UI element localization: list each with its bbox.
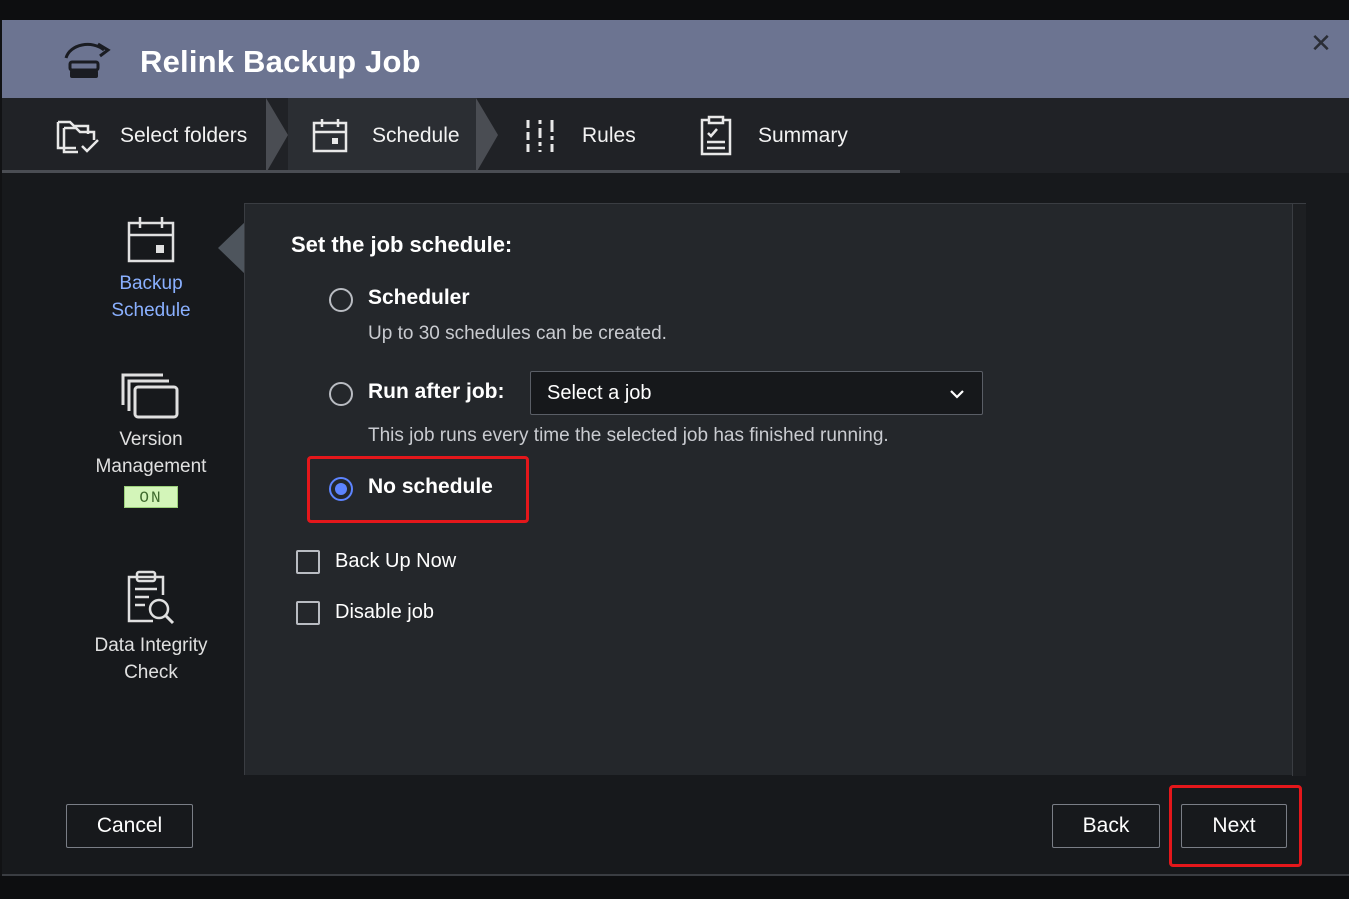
sidebar-item-label: Backup bbox=[119, 273, 183, 294]
clipboard-search-icon bbox=[127, 570, 175, 625]
relink-backup-job-dialog: Relink Backup Job ✕ Select folders Sched… bbox=[2, 20, 1349, 876]
run-after-job-label[interactable]: Run after job: bbox=[368, 380, 505, 404]
calendar-icon bbox=[312, 118, 348, 152]
back-up-now-label[interactable]: Back Up Now bbox=[335, 550, 456, 573]
schedule-panel: Set the job schedule: Scheduler Up to 30… bbox=[244, 203, 1306, 776]
next-button[interactable]: Next bbox=[1181, 804, 1287, 848]
step-summary[interactable]: Summary bbox=[668, 98, 900, 173]
desktop-backdrop-top bbox=[0, 0, 1349, 20]
run-after-job-radio[interactable] bbox=[329, 382, 353, 406]
settings-sidebar: Backup Schedule Version Management ON Da… bbox=[2, 173, 244, 773]
sidebar-item-label: Data Integrity bbox=[94, 635, 208, 656]
step-label: Summary bbox=[758, 123, 848, 147]
panel-scrollbar[interactable] bbox=[1292, 204, 1306, 776]
cancel-button[interactable]: Cancel bbox=[66, 804, 193, 848]
backup-sync-icon bbox=[64, 42, 111, 78]
clipboard-checklist-icon bbox=[700, 115, 732, 155]
step-label: Rules bbox=[582, 123, 636, 147]
scheduler-label[interactable]: Scheduler bbox=[368, 286, 470, 310]
step-divider bbox=[266, 98, 288, 173]
scheduler-radio[interactable] bbox=[329, 288, 353, 312]
no-schedule-label[interactable]: No schedule bbox=[368, 475, 493, 499]
back-button[interactable]: Back bbox=[1052, 804, 1160, 848]
close-icon[interactable]: ✕ bbox=[1308, 30, 1334, 56]
wizard-steps: Select folders Schedule Rules Summary bbox=[2, 98, 1349, 173]
run-after-job-description: This job runs every time the selected jo… bbox=[368, 425, 889, 446]
status-badge: ON bbox=[124, 486, 178, 508]
sidebar-selection-pointer bbox=[218, 221, 246, 275]
sidebar-item-version-management[interactable]: Version Management ON bbox=[62, 373, 240, 508]
dialog-titlebar: Relink Backup Job ✕ bbox=[2, 20, 1349, 98]
job-select-dropdown[interactable]: Select a job bbox=[530, 371, 983, 415]
panel-heading: Set the job schedule: bbox=[291, 232, 513, 257]
sidebar-item-label: Management bbox=[95, 456, 207, 477]
calendar-icon bbox=[127, 217, 175, 263]
back-up-now-checkbox[interactable] bbox=[296, 550, 320, 574]
no-schedule-radio[interactable] bbox=[329, 477, 353, 501]
scheduler-description: Up to 30 schedules can be created. bbox=[368, 323, 667, 344]
step-rules[interactable]: Rules bbox=[498, 98, 668, 173]
sidebar-item-data-integrity-check[interactable]: Data Integrity Check bbox=[62, 569, 240, 686]
sidebar-item-label: Schedule bbox=[111, 300, 191, 321]
sidebar-item-backup-schedule[interactable]: Backup Schedule bbox=[62, 215, 240, 324]
step-label: Schedule bbox=[372, 123, 460, 147]
step-select-folders[interactable]: Select folders bbox=[2, 98, 270, 173]
job-select-value: Select a job bbox=[547, 382, 652, 404]
chevron-down-icon bbox=[950, 390, 964, 399]
step-divider bbox=[476, 98, 498, 173]
sliders-icon bbox=[526, 119, 554, 152]
desktop-backdrop-bottom bbox=[0, 876, 1349, 899]
folder-check-icon bbox=[56, 120, 99, 153]
step-label: Select folders bbox=[120, 123, 248, 147]
versions-icon bbox=[121, 373, 179, 419]
disable-job-label[interactable]: Disable job bbox=[335, 601, 434, 624]
dialog-title: Relink Backup Job bbox=[140, 44, 421, 79]
sidebar-item-label: Check bbox=[124, 662, 178, 683]
step-schedule[interactable]: Schedule bbox=[288, 98, 476, 173]
disable-job-checkbox[interactable] bbox=[296, 601, 320, 625]
sidebar-item-label: Version bbox=[119, 429, 183, 450]
